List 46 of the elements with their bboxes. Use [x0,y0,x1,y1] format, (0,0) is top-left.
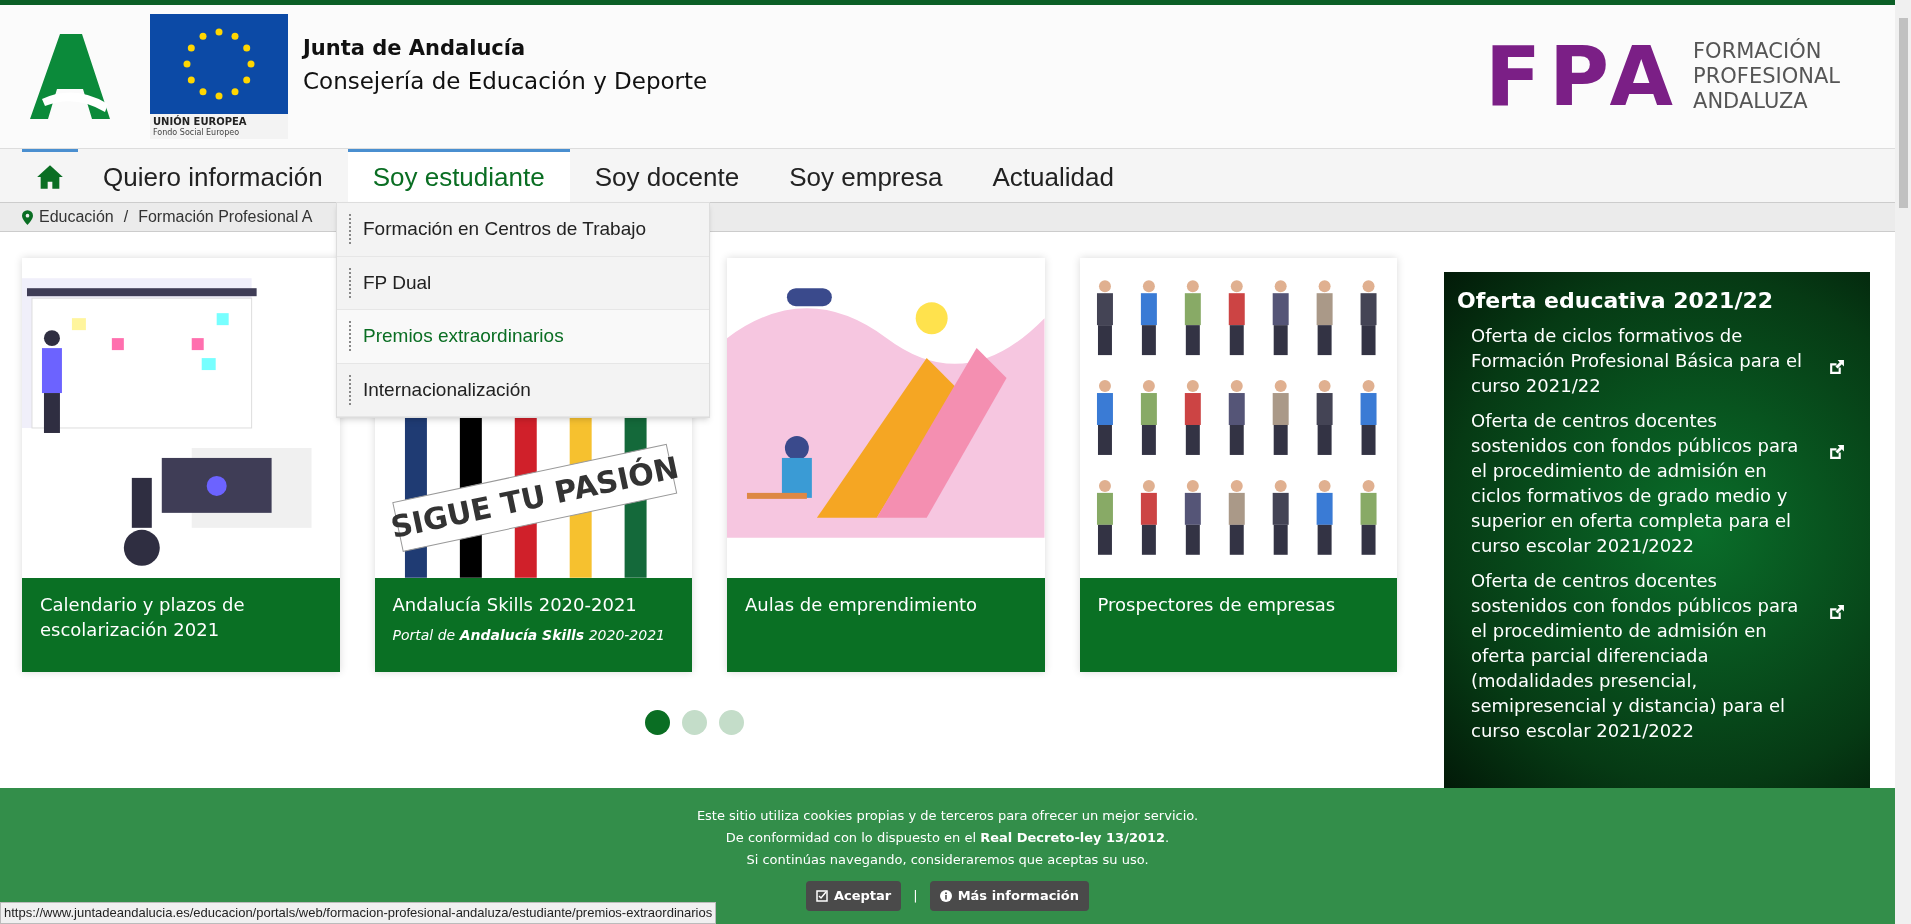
eu-flag-icon [150,14,288,114]
nav-tab[interactable]: Soy docente [569,149,765,202]
eu-caption: UNIÓN EUROPEA [153,116,247,128]
eu-fund-caption: Fondo Social Europeo [153,128,240,137]
nav-tab[interactable]: Quiero información [78,149,348,202]
card-title: Aulas de emprendimiento [745,593,979,617]
card-title: Andalucía Skills 2020-2021 [392,593,638,617]
fpa-logo[interactable]: FPA [1484,35,1682,118]
feature-card[interactable]: Calendario y plazos de escolarización 2021 [22,258,340,672]
cookie-text: Este sitio utiliza cookies propias y de terceros para ofrecer un mejor servicio. [696,807,1199,825]
cookie-text: De conformidad con lo dispuesto en el Real Decreto-ley 13/2012. [725,829,1170,847]
checkbox-icon [815,890,828,902]
accept-button[interactable]: Aceptar [805,881,902,911]
nav-tab[interactable]: Soy empresa [764,149,968,202]
breadcrumb-link[interactable]: Formación Profesional A [138,205,313,229]
cookie-text: Si continúas navegando, consideraremos que aceptas su uso. [746,851,1149,869]
nav-tab[interactable]: Actualidad [967,149,1139,202]
panel-link[interactable]: Oferta de centros docentes sostenidos con fondos públicos para el procedimiento de admisión en oferta parcial diferenciada (modalidades presencial, semipresencial y distancia) para el curso escolar 2021/2022 [1457,568,1845,743]
location-pin-icon [22,209,33,225]
home-icon [36,164,64,190]
external-link-icon [1828,444,1845,461]
status-url: https://www.juntadeandalucia.es/educacion/portals/web/formacion-profesional-andaluza/estudiante/premios-extraordinarios [0,902,717,924]
panel-link[interactable]: Oferta de centros docentes sostenidos con fondos públicos para el procedimiento de admisión en ciclos formativos de grado medio y superior en oferta completa para el curso escolar 2021/2022 [1457,408,1845,558]
external-link-icon [1828,604,1845,621]
card-title: Prospectores de empresas [1097,593,1337,617]
scrollbar[interactable] [1895,0,1911,924]
dropdown-item[interactable]: Formación en Centros de Trabajo [337,203,709,257]
dropdown-item[interactable]: Premios extraordinarios [337,310,709,364]
junta-logo[interactable] [30,34,110,119]
panel-title: Oferta educativa 2021/22 [1457,287,1775,315]
dropdown-item[interactable]: Internacionalización [337,363,709,417]
breadcrumb-separator: / [123,207,129,227]
card-subtitle: Portal de Andalucía Skills 2020-2021 [392,626,666,645]
more-info-button[interactable]: Más información [929,881,1089,911]
feature-card[interactable]: Prospectores de empresas [1079,258,1397,672]
external-link-icon [1828,359,1845,376]
nav-tab[interactable]: Soy estudiante [347,149,570,202]
breadcrumb-link[interactable]: Educación [39,205,114,229]
fpa-caption: FORMACIÓN PROFESIONAL ANDALUZA [1693,39,1840,114]
card-title: Calendario y plazos de escolarización 2021 [40,593,246,642]
department-name: Consejería de Educación y Deporte [303,67,708,96]
button-separator: | [913,887,918,905]
org-name: Junta de Andalucía [303,34,527,62]
panel-link[interactable]: Oferta de ciclos formativos de Formación Profesional Básica para el curso 2021/22 [1457,323,1845,398]
feature-card[interactable]: Aulas de emprendimiento [727,258,1045,672]
info-icon [939,890,952,902]
